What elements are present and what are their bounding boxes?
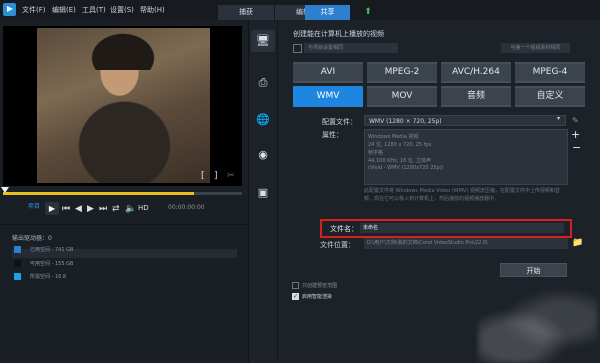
format-custom-button[interactable]: 自定义	[515, 86, 585, 107]
property-line: Windows Media 视频	[368, 134, 419, 140]
properties-label: 属性：	[322, 131, 343, 139]
preview-range-label: 只创建预览范围	[302, 283, 338, 289]
app-logo-icon	[3, 3, 16, 16]
menu-settings[interactable]: 设置(S)	[110, 5, 134, 15]
output-drive-label: 输出驱动器：0	[12, 235, 52, 242]
player-panel: [ ] ✂ 项目 ▶ ⏮ ◀ ▶ ⏭ ⇄ 🔈 HD 00:00:00:00 输出…	[0, 20, 249, 363]
disk-required-swatch	[14, 273, 21, 280]
disk-free-swatch	[14, 260, 21, 267]
3d-icon[interactable]: ▣	[256, 186, 270, 200]
divider	[0, 224, 248, 225]
filename-label: 文件名：	[330, 225, 358, 233]
share-title: 创建能在计算机上播放的视频	[293, 30, 384, 38]
mark-out-icon[interactable]: ]	[214, 171, 218, 182]
format-mov-button[interactable]: MOV	[367, 86, 437, 107]
property-line: 帧字格	[368, 150, 384, 156]
share-category-sidebar: 🖥 ⎙ 🌐 ◉ ▣	[249, 20, 278, 363]
timecode-display[interactable]: 00:00:00:00	[168, 204, 205, 211]
match-project-checkbox[interactable]	[293, 44, 302, 53]
disk-used-label: 已用空间 - 741 GB	[30, 247, 74, 253]
browse-folder-icon[interactable]: 📁	[572, 238, 583, 248]
title-bar: 文件(F) 编辑(E) 工具(T) 设置(S) 帮助(H) 捕获 编辑 共享 ⬆	[0, 0, 600, 21]
video-figure-hat	[87, 30, 159, 70]
computer-icon[interactable]: 🖥	[256, 34, 270, 48]
profile-label: 配置文件：	[322, 118, 357, 126]
menu-edit[interactable]: 编辑(E)	[52, 5, 76, 15]
profile-description: 此配置文件将 Windows Media Video (WMV) 视频流压缩，在…	[364, 188, 560, 202]
scrub-progress	[3, 192, 195, 195]
share-panel: 创建能在计算机上播放的视频 与项目设置相同 与第一个视频素材相同 AVI MPE…	[278, 20, 600, 363]
disk-used-swatch	[14, 246, 21, 253]
preview-window	[3, 26, 242, 186]
properties-box: Windows Media 视频 24 位, 1280 x 720, 25 fp…	[364, 129, 568, 185]
filename-input[interactable]: 未命名	[360, 223, 564, 233]
mark-in-icon[interactable]: [	[201, 171, 205, 182]
disk-required-label: 所需空间 - 16.8	[30, 274, 67, 280]
smart-render-checkbox[interactable]: ✓	[292, 293, 299, 300]
video-frame	[37, 28, 210, 183]
format-mpeg4-button[interactable]: MPEG-4	[515, 62, 585, 83]
property-line: (Vivid - WMV (1280x720 25p))	[368, 165, 444, 171]
smart-render-label: 启用智能渲染	[302, 294, 333, 300]
format-avi-button[interactable]: AVI	[293, 62, 363, 83]
previous-frame-icon[interactable]: ◀	[75, 204, 82, 215]
go-to-start-icon[interactable]: ⏮	[62, 204, 70, 215]
file-location-label: 文件位置：	[320, 241, 355, 249]
match-project-select[interactable]: 与项目设置相同	[304, 43, 398, 53]
preview-range-checkbox[interactable]	[292, 282, 299, 289]
upload-arrow-icon[interactable]: ⬆	[363, 7, 373, 17]
remove-profile-icon[interactable]: −	[572, 141, 581, 154]
property-line: 44,100 KHz, 16 位, 立体声	[368, 158, 432, 164]
cut-icon[interactable]: ✂	[227, 171, 235, 182]
disc-icon[interactable]: ◉	[256, 148, 270, 162]
match-clip-select[interactable]: 与第一个视频素材相同	[501, 43, 570, 53]
property-line: 24 位, 1280 x 720, 25 fps	[368, 142, 432, 148]
disk-free-label: 可用空间 - 155 GB	[30, 261, 74, 267]
scrub-bar[interactable]	[3, 192, 242, 195]
chevron-down-icon[interactable]: ▾	[557, 115, 560, 122]
blurred-watermark	[478, 290, 598, 363]
start-button[interactable]: 开始	[500, 263, 567, 277]
volume-icon[interactable]: 🔈	[125, 204, 136, 215]
menu-help[interactable]: 帮助(H)	[140, 5, 165, 15]
format-wmv-button[interactable]: WMV	[293, 86, 363, 107]
video-figure-body	[67, 90, 182, 183]
tab-capture[interactable]: 捕获	[218, 5, 274, 20]
tab-share[interactable]: 共享	[305, 5, 350, 20]
format-audio-button[interactable]: 音频	[441, 86, 511, 107]
menu-tools[interactable]: 工具(T)	[82, 5, 106, 15]
profile-dropdown[interactable]: WMV (1280 × 720, 25p)	[364, 115, 566, 126]
add-profile-icon[interactable]: +	[571, 128, 580, 141]
format-mpeg2-button[interactable]: MPEG-2	[367, 62, 437, 83]
file-location-input[interactable]: D:\用户\文档\我的文档\Corel VideoStudio Pro\22.0…	[364, 238, 568, 249]
hd-toggle[interactable]: HD	[138, 204, 149, 212]
repeat-icon[interactable]: ⇄	[112, 204, 120, 215]
project-mode-label[interactable]: 项目	[28, 201, 40, 210]
next-frame-icon[interactable]: ▶	[87, 204, 94, 215]
go-to-end-icon[interactable]: ⏭	[99, 204, 107, 215]
web-globe-icon[interactable]: 🌐	[256, 113, 270, 127]
play-button[interactable]: ▶	[45, 202, 59, 215]
menu-file[interactable]: 文件(F)	[22, 5, 46, 15]
edit-pencil-icon[interactable]: ✎	[572, 116, 579, 125]
format-avc-button[interactable]: AVC/H.264	[441, 62, 511, 83]
device-icon[interactable]: ⎙	[256, 76, 270, 90]
